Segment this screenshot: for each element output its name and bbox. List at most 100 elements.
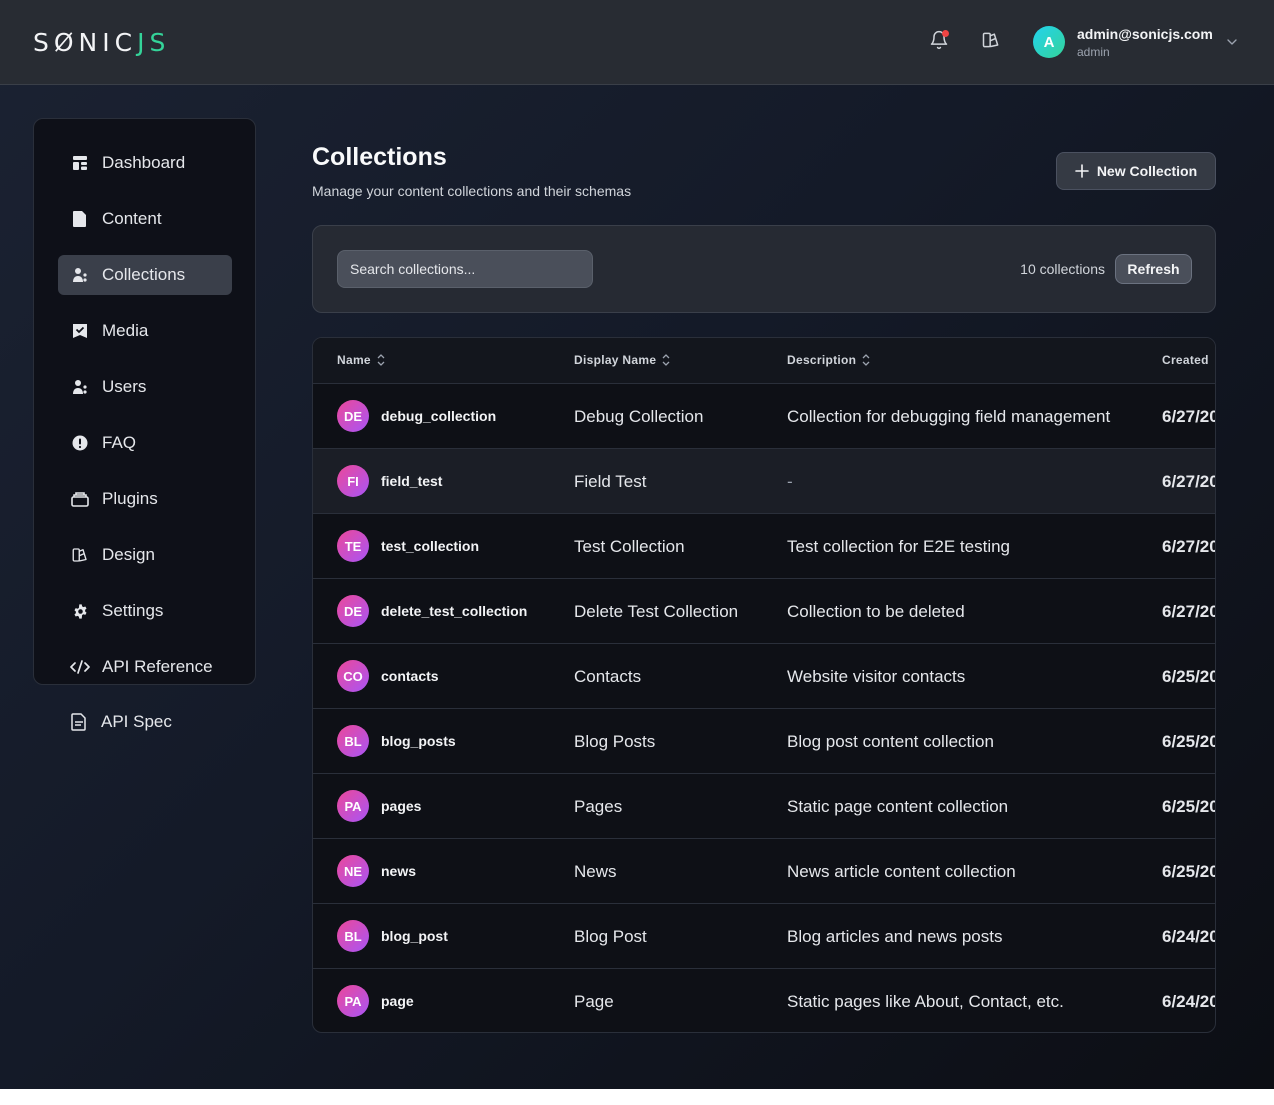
user-email[interactable]: admin@sonicjs.com bbox=[1077, 26, 1213, 42]
filter-bar: 10 collections Refresh bbox=[312, 225, 1216, 313]
collections-count: 10 collections bbox=[1020, 261, 1105, 277]
sidebar-item-api-reference[interactable]: API Reference bbox=[58, 647, 232, 687]
sidebar-item-collections[interactable]: Collections bbox=[58, 255, 232, 295]
collection-badge: TE bbox=[337, 530, 369, 562]
collection-name[interactable]: pages bbox=[381, 798, 421, 814]
collection-badge: FI bbox=[337, 465, 369, 497]
sidebar-item-label: FAQ bbox=[102, 433, 137, 452]
collection-badge: DE bbox=[337, 400, 369, 432]
table-row[interactable]: FI field_test Field Test - 6/27/20 bbox=[313, 449, 1216, 514]
logo-text-part2: JS bbox=[137, 27, 171, 57]
collection-badge: CO bbox=[337, 660, 369, 692]
collection-name[interactable]: debug_collection bbox=[381, 408, 496, 424]
collection-created: 6/24/20 bbox=[1162, 992, 1216, 1011]
collection-name[interactable]: blog_posts bbox=[381, 733, 456, 749]
collection-created: 6/27/20 bbox=[1162, 602, 1216, 621]
collection-name[interactable]: blog_post bbox=[381, 928, 448, 944]
collection-badge: BL bbox=[337, 725, 369, 757]
table-row[interactable]: DE delete_test_collection Delete Test Co… bbox=[313, 579, 1216, 644]
sidebar-item-users[interactable]: Users bbox=[58, 367, 232, 407]
notification-dot bbox=[942, 30, 949, 37]
collection-display-name: Blog Posts bbox=[574, 732, 656, 751]
new-collection-button[interactable]: New Collection bbox=[1056, 152, 1216, 190]
table-row[interactable]: BL blog_posts Blog Posts Blog post conte… bbox=[313, 709, 1215, 774]
sidebar-item-label: Content bbox=[102, 209, 162, 228]
collection-name[interactable]: page bbox=[381, 993, 414, 1009]
table-row[interactable]: TE test_collection Test Collection Test … bbox=[313, 514, 1216, 579]
collection-name[interactable]: contacts bbox=[381, 668, 439, 684]
design-icon bbox=[70, 545, 90, 565]
collection-description: News article content collection bbox=[787, 862, 1016, 881]
sidebar-item-design[interactable]: Design bbox=[58, 535, 232, 575]
collection-created: 6/27/20 bbox=[1162, 537, 1216, 556]
collection-badge: BL bbox=[337, 920, 369, 952]
collection-display-name: Blog Post bbox=[574, 927, 647, 946]
table-row[interactable]: PA page Page Static pages like About, Co… bbox=[313, 969, 1216, 1032]
user-role: admin bbox=[1077, 45, 1110, 59]
sidebar-item-dashboard[interactable]: Dashboard bbox=[58, 143, 232, 183]
column-header-created[interactable]: Created bbox=[1162, 353, 1209, 367]
table-row[interactable]: NE news News News article content collec… bbox=[313, 839, 1216, 904]
sonicjs-logo[interactable]: SØNIC JS bbox=[33, 27, 171, 57]
column-header-description[interactable]: Description bbox=[787, 353, 870, 367]
sidebar-item-label: Dashboard bbox=[102, 153, 186, 172]
users-icon bbox=[70, 377, 90, 397]
column-header-label: Description bbox=[787, 353, 857, 367]
search-input[interactable] bbox=[337, 250, 593, 288]
collection-name[interactable]: news bbox=[381, 863, 416, 879]
refresh-button[interactable]: Refresh bbox=[1115, 254, 1192, 284]
collection-display-name: Debug Collection bbox=[574, 407, 704, 426]
collection-name[interactable]: test_collection bbox=[381, 538, 479, 554]
collection-display-name: News bbox=[574, 862, 617, 881]
sidebar-item-plugins[interactable]: Plugins bbox=[58, 479, 232, 519]
sidebar-item-label: Media bbox=[102, 321, 149, 340]
collection-created: 6/25/20 bbox=[1162, 862, 1216, 881]
sidebar-item-media[interactable]: Media bbox=[58, 311, 232, 351]
top-header: SØNIC JS A admin@sonicjs.com admin bbox=[0, 0, 1274, 85]
column-header-label: Name bbox=[337, 353, 371, 367]
document-icon bbox=[70, 209, 90, 229]
user-avatar[interactable]: A bbox=[1033, 26, 1065, 58]
design-swatch-icon bbox=[981, 30, 1001, 55]
plus-icon bbox=[1075, 164, 1089, 178]
collection-name[interactable]: delete_test_collection bbox=[381, 603, 527, 619]
collection-description: Static pages like About, Contact, etc. bbox=[787, 992, 1064, 1011]
sort-icon bbox=[862, 354, 870, 366]
table-header: Name Display Name Description Created bbox=[313, 338, 1215, 384]
collection-display-name: Field Test bbox=[574, 472, 647, 491]
table-row[interactable]: DE debug_collection Debug Collection Col… bbox=[313, 384, 1215, 449]
sidebar-item-label: API Spec bbox=[101, 712, 172, 731]
collection-description: Blog articles and news posts bbox=[787, 927, 1003, 946]
sidebar: Dashboard Content Collections Media User… bbox=[33, 118, 256, 685]
faq-icon bbox=[70, 433, 90, 453]
sidebar-item-settings[interactable]: Settings bbox=[58, 591, 232, 631]
plugins-icon bbox=[70, 489, 90, 509]
collection-display-name: Page bbox=[574, 992, 614, 1011]
sidebar-item-api-spec[interactable]: API Spec bbox=[57, 702, 231, 742]
app-shell: SØNIC JS A admin@sonicjs.com admin Dashb… bbox=[0, 0, 1274, 1089]
collection-display-name: Delete Test Collection bbox=[574, 602, 739, 621]
column-header-display-name[interactable]: Display Name bbox=[574, 353, 670, 367]
collection-description: Blog post content collection bbox=[787, 732, 994, 751]
column-header-name[interactable]: Name bbox=[337, 353, 385, 367]
theme-toggle-button[interactable] bbox=[979, 30, 1003, 54]
notifications-button[interactable] bbox=[927, 30, 951, 54]
collection-description: Website visitor contacts bbox=[787, 667, 966, 686]
table-row[interactable]: CO contacts Contacts Website visitor con… bbox=[313, 644, 1216, 709]
collection-name[interactable]: field_test bbox=[381, 473, 442, 489]
table-row[interactable]: PA pages Pages Static page content colle… bbox=[313, 774, 1215, 839]
table-row[interactable]: BL blog_post Blog Post Blog articles and… bbox=[313, 904, 1215, 969]
collections-table: Name Display Name Description Created DE… bbox=[312, 337, 1216, 1033]
collection-description: Test collection for E2E testing bbox=[787, 537, 1011, 556]
collection-created: 6/25/20 bbox=[1162, 667, 1216, 686]
logo-text-part1: SØNIC bbox=[33, 27, 138, 57]
collection-description: - bbox=[787, 472, 793, 491]
sidebar-item-label: API Reference bbox=[102, 657, 213, 676]
sidebar-item-content[interactable]: Content bbox=[58, 199, 232, 239]
column-header-label: Display Name bbox=[574, 353, 657, 367]
sidebar-item-label: Design bbox=[102, 545, 155, 564]
user-menu-chevron-down-icon[interactable] bbox=[1224, 34, 1240, 50]
page-title: Collections bbox=[312, 143, 447, 171]
sidebar-item-faq[interactable]: FAQ bbox=[58, 423, 232, 463]
collection-created: 6/27/20 bbox=[1162, 472, 1216, 491]
